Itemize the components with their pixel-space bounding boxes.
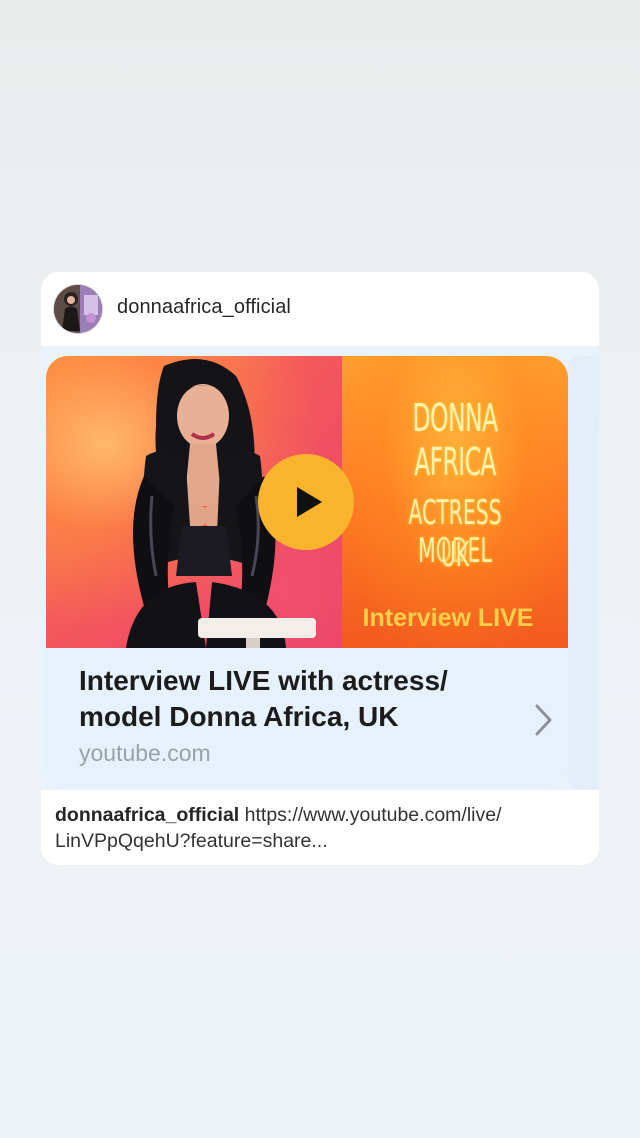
chevron-right-icon[interactable] (534, 703, 554, 737)
link-preview-area: DONNA AFRICA ACTRESS MODEL UK Interview … (41, 346, 599, 790)
thumbnail-title: DONNA AFRICA (412, 396, 499, 484)
play-icon (297, 487, 322, 517)
video-thumbnail[interactable]: DONNA AFRICA ACTRESS MODEL UK Interview … (46, 356, 568, 648)
post-header: donnaafrica_official (41, 272, 599, 346)
link-title[interactable]: Interview LIVE with actress/ model Donna… (79, 663, 519, 735)
avatar[interactable] (54, 285, 102, 333)
caption-username[interactable]: donnaafrica_official (55, 804, 239, 826)
post-caption: donnaafrica_official https://www.youtube… (55, 802, 585, 854)
link-domain: youtube.com (79, 740, 211, 766)
profile-photo-icon (54, 285, 102, 333)
link-preview-card[interactable]: DONNA AFRICA ACTRESS MODEL UK Interview … (46, 356, 568, 790)
thumbnail-badge: Interview LIVE (362, 604, 534, 632)
post-username[interactable]: donnaafrica_official (117, 296, 291, 319)
next-preview-card[interactable] (567, 356, 599, 790)
post-card: donnaafrica_official DONNA AFRICA ACTRES… (41, 272, 599, 865)
play-button[interactable] (258, 454, 354, 550)
thumbnail-subtitle-uk: UK (440, 535, 470, 575)
